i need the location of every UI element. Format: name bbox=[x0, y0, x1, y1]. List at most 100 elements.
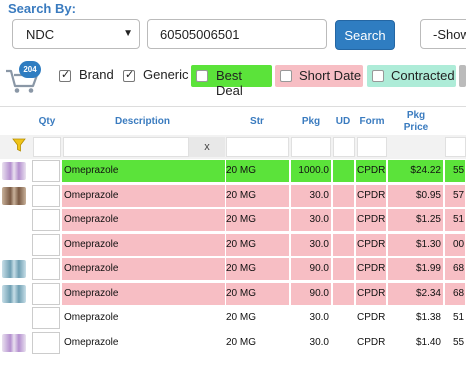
col-strength[interactable]: Str bbox=[242, 116, 272, 127]
cell-price: $2.34 bbox=[388, 283, 444, 305]
description-filter-input[interactable] bbox=[63, 137, 189, 157]
generic-label: Generic bbox=[143, 67, 189, 82]
cell-desc: Omeprazole bbox=[62, 283, 226, 305]
ud-filter-input[interactable] bbox=[333, 137, 355, 157]
capsule-purple-icon[interactable] bbox=[2, 162, 26, 180]
cell-ud bbox=[333, 209, 355, 231]
qty-input[interactable] bbox=[32, 307, 60, 329]
cell-extra: 51 bbox=[445, 307, 466, 329]
short-date-filter[interactable]: Short Date bbox=[275, 65, 363, 87]
cell-extra: 68 bbox=[445, 258, 466, 280]
cell-ud bbox=[333, 185, 355, 207]
cell-pkg: 90.0 bbox=[291, 283, 332, 305]
qty-input[interactable] bbox=[32, 258, 60, 280]
cell-str: 20 MG bbox=[226, 234, 290, 256]
search-type-value: NDC bbox=[26, 27, 55, 42]
table-row[interactable]: Omeprazole 20 MG 1000.0 CPDR $24.22 55 bbox=[0, 160, 466, 182]
table-row[interactable]: Omeprazole 20 MG 30.0 CPDR $1.30 00 bbox=[0, 234, 466, 256]
table-row[interactable]: Omeprazole 20 MG 90.0 CPDR $2.34 68 bbox=[0, 283, 466, 305]
qty-input[interactable] bbox=[32, 209, 60, 231]
col-ud[interactable]: UD bbox=[331, 116, 355, 127]
col-qty[interactable]: Qty bbox=[36, 116, 58, 127]
row-image-cell[interactable] bbox=[0, 307, 30, 329]
qty-filter-input[interactable] bbox=[33, 137, 61, 157]
cell-ud bbox=[333, 234, 355, 256]
cell-desc: Omeprazole bbox=[62, 332, 226, 354]
row-image-cell[interactable] bbox=[0, 283, 30, 305]
cell-price: $1.25 bbox=[388, 209, 444, 231]
best-deal-filter[interactable]: Best Deal bbox=[191, 65, 272, 98]
form-filter-input[interactable] bbox=[357, 137, 387, 157]
best-deal-checkbox[interactable] bbox=[196, 70, 208, 82]
show-select[interactable]: -Show bbox=[420, 19, 466, 49]
row-image-cell[interactable] bbox=[0, 185, 30, 207]
table-row[interactable]: Omeprazole 20 MG 30.0 CPDR $1.38 51 bbox=[0, 307, 466, 329]
cell-form: CPDR bbox=[356, 332, 387, 354]
cell-pkg: 1000.0 bbox=[291, 160, 332, 182]
cell-form: CPDR bbox=[356, 185, 387, 207]
cell-ud bbox=[333, 258, 355, 280]
brand-checkbox[interactable] bbox=[59, 68, 71, 82]
short-date-label: Short Date bbox=[299, 68, 362, 83]
cell-desc: Omeprazole bbox=[62, 185, 226, 207]
cell-extra: 55 bbox=[445, 160, 466, 182]
qty-input[interactable] bbox=[32, 234, 60, 256]
qty-input[interactable] bbox=[32, 185, 60, 207]
table-row[interactable]: Omeprazole 20 MG 30.0 CPDR $1.25 51 bbox=[0, 209, 466, 231]
qty-input[interactable] bbox=[32, 160, 60, 182]
cell-pkg: 90.0 bbox=[291, 258, 332, 280]
search-type-select[interactable]: NDC ▼ bbox=[12, 19, 140, 49]
table-row[interactable]: Omeprazole 20 MG 90.0 CPDR $1.99 68 bbox=[0, 258, 466, 280]
capsule-blue-icon[interactable] bbox=[2, 260, 26, 278]
more-filter[interactable] bbox=[459, 65, 466, 87]
cell-pkg: 30.0 bbox=[291, 332, 332, 354]
col-pkg[interactable]: Pkg bbox=[296, 116, 326, 127]
contracted-checkbox[interactable] bbox=[372, 70, 384, 82]
col-pkg-price-line1[interactable]: Pkg bbox=[396, 110, 436, 121]
cell-form: CPDR bbox=[356, 160, 387, 182]
cell-str: 20 MG bbox=[226, 332, 290, 354]
capsule-brown-icon[interactable] bbox=[2, 187, 26, 205]
qty-input[interactable] bbox=[32, 283, 60, 305]
col-description[interactable]: Description bbox=[100, 116, 185, 127]
short-date-checkbox[interactable] bbox=[280, 70, 292, 82]
contracted-filter[interactable]: Contracted bbox=[367, 65, 456, 87]
row-image-cell[interactable] bbox=[0, 209, 30, 231]
cell-form: CPDR bbox=[356, 209, 387, 231]
cell-pkg: 30.0 bbox=[291, 307, 332, 329]
cell-ud bbox=[333, 283, 355, 305]
strength-filter-input[interactable] bbox=[226, 137, 289, 157]
clear-filter-button[interactable]: x bbox=[189, 137, 225, 157]
row-image-cell[interactable] bbox=[0, 258, 30, 280]
cell-form: CPDR bbox=[356, 307, 387, 329]
show-select-value: -Show bbox=[433, 27, 466, 42]
cart-count-badge: 204 bbox=[19, 61, 41, 78]
search-input-value: 60505006501 bbox=[160, 27, 240, 42]
qty-input[interactable] bbox=[32, 332, 60, 354]
cell-price: $1.38 bbox=[388, 307, 444, 329]
cell-extra: 68 bbox=[445, 283, 466, 305]
search-input[interactable]: 60505006501 bbox=[147, 19, 327, 49]
cell-price: $1.99 bbox=[388, 258, 444, 280]
col-pkg-price-line2[interactable]: Price bbox=[396, 122, 436, 133]
table-row[interactable]: Omeprazole 20 MG 30.0 CPDR $1.40 55 bbox=[0, 332, 466, 354]
search-button[interactable]: Search bbox=[335, 20, 395, 50]
cell-extra: 55 bbox=[445, 332, 466, 354]
cell-form: CPDR bbox=[356, 234, 387, 256]
filter-icon[interactable] bbox=[12, 138, 26, 152]
extra-filter-input[interactable] bbox=[445, 137, 466, 157]
capsule-blue-icon[interactable] bbox=[2, 285, 26, 303]
cell-desc: Omeprazole bbox=[62, 160, 226, 182]
row-image-cell[interactable] bbox=[0, 234, 30, 256]
pkg-filter-input[interactable] bbox=[291, 137, 331, 157]
cell-str: 20 MG bbox=[226, 283, 290, 305]
generic-checkbox[interactable] bbox=[123, 68, 135, 82]
cell-price: $1.40 bbox=[388, 332, 444, 354]
cell-str: 20 MG bbox=[226, 160, 290, 182]
col-form[interactable]: Form bbox=[358, 116, 386, 127]
row-image-cell[interactable] bbox=[0, 160, 30, 182]
capsule-purple-icon[interactable] bbox=[2, 334, 26, 352]
best-deal-label: Best Deal bbox=[216, 68, 243, 98]
row-image-cell[interactable] bbox=[0, 332, 30, 354]
table-row[interactable]: Omeprazole 20 MG 30.0 CPDR $0.95 57 bbox=[0, 185, 466, 207]
